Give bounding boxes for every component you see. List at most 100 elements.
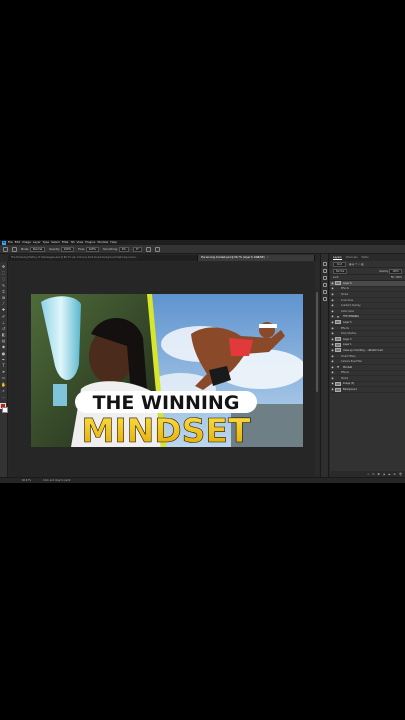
opacity-field[interactable]: 100% bbox=[60, 246, 75, 252]
move-tool-icon[interactable]: ✥ bbox=[1, 264, 6, 269]
visibility-eye-icon[interactable]: ◉ bbox=[330, 377, 335, 380]
thumbnail-artwork: THE WINNING MINDSET bbox=[31, 294, 303, 447]
fx-icon[interactable]: fx bbox=[372, 473, 374, 476]
mode-select[interactable]: Normal bbox=[29, 246, 46, 252]
layer-thumbnail bbox=[335, 281, 341, 286]
adjustments-panel-icon[interactable] bbox=[322, 276, 327, 280]
color-panel-icon[interactable] bbox=[322, 290, 327, 294]
healing-tool-icon[interactable]: ✚ bbox=[1, 307, 6, 312]
add-mask-icon[interactable]: ◘ bbox=[378, 473, 380, 476]
tab-winning-mindset[interactable]: the winning mindset.psd @ 66.7% (Layer 6… bbox=[198, 255, 315, 261]
dodge-tool-icon[interactable]: ● bbox=[1, 351, 6, 356]
path-select-tool-icon[interactable]: ➤ bbox=[1, 369, 6, 374]
eraser-tool-icon[interactable]: ◧ bbox=[1, 332, 6, 337]
home-icon[interactable] bbox=[3, 246, 8, 252]
layer-name: Camera Raw Filter bbox=[341, 360, 362, 364]
shape-tool-icon[interactable]: ▭ bbox=[1, 375, 6, 380]
new-layer-icon[interactable]: ⊞ bbox=[394, 473, 396, 476]
background-color-swatch[interactable] bbox=[1, 407, 8, 414]
options-bar: Mode: Normal Opacity: 100% Flow: 100% Sm… bbox=[0, 245, 405, 254]
title-line2: MINDSET bbox=[82, 411, 251, 447]
symmetry-icon[interactable] bbox=[154, 246, 160, 252]
marquee-tool-icon[interactable]: ⬚ bbox=[1, 270, 6, 275]
visibility-eye-icon[interactable]: ◉ bbox=[330, 355, 335, 358]
tab-layers[interactable]: Layers bbox=[333, 256, 342, 260]
visibility-eye-icon[interactable]: ◉ bbox=[330, 371, 335, 374]
visibility-eye-icon[interactable]: ◉ bbox=[330, 332, 335, 335]
tab-volkswagen[interactable]: The Drowning History of Volkswagen.psd @… bbox=[8, 255, 198, 261]
properties-panel-icon[interactable] bbox=[322, 269, 327, 273]
text-layer-icon: T bbox=[336, 365, 340, 370]
layer-name: Layer 2 bbox=[343, 337, 352, 341]
crop-tool-icon[interactable]: ⌗ bbox=[1, 289, 6, 294]
tab-label: the winning mindset.psd @ 66.7% (Layer 6… bbox=[201, 256, 265, 259]
vertical-scrollbar[interactable] bbox=[315, 262, 319, 477]
layer-thumbnail bbox=[335, 348, 341, 353]
visibility-eye-icon[interactable]: ◉ bbox=[330, 299, 335, 302]
visibility-eye-icon[interactable]: ◉ bbox=[330, 293, 335, 296]
more-tools-icon[interactable]: … bbox=[1, 394, 6, 399]
status-bar: 66.67% Click and drag to paint bbox=[0, 477, 405, 483]
layer-thumbnail bbox=[335, 342, 341, 347]
layer-name: Layer 1 bbox=[343, 343, 352, 347]
layer-name: Gradient Overlay bbox=[341, 304, 361, 308]
zoom-level[interactable]: 66.67% bbox=[22, 479, 31, 482]
opacity-label: Opacity: bbox=[49, 247, 60, 251]
layer-thumbnail bbox=[335, 381, 341, 386]
delete-layer-icon[interactable]: 🗑 bbox=[399, 473, 402, 476]
artwork-svg: THE WINNING MINDSET bbox=[31, 294, 303, 447]
gradient-tool-icon[interactable]: ▤ bbox=[1, 338, 6, 343]
visibility-eye-icon[interactable]: ◉ bbox=[330, 304, 335, 307]
color-swatches[interactable] bbox=[0, 403, 8, 414]
libraries-panel-icon[interactable] bbox=[322, 283, 327, 287]
frame-tool-icon[interactable]: ⊠ bbox=[1, 295, 6, 300]
quick-select-tool-icon[interactable]: ✎ bbox=[1, 283, 6, 288]
visibility-eye-icon[interactable]: ◉ bbox=[330, 327, 335, 330]
kind-filter-select[interactable]: Kind bbox=[333, 261, 347, 267]
history-brush-tool-icon[interactable]: ↺ bbox=[1, 326, 6, 331]
pressure-icon[interactable] bbox=[145, 246, 151, 252]
layer-row[interactable]: ◉ Background bbox=[330, 387, 405, 393]
tab-paths[interactable]: Paths bbox=[362, 256, 369, 259]
panel-icon-strip bbox=[320, 254, 329, 477]
hand-tool-icon[interactable]: ✋ bbox=[1, 382, 6, 387]
visibility-eye-icon[interactable]: ◉ bbox=[330, 310, 335, 313]
photoshop-window: Ps File Edit Image Layer Type Select Fil… bbox=[0, 240, 405, 483]
layer-name: Smart Filters bbox=[341, 354, 356, 358]
brush-tool-icon[interactable]: ✐ bbox=[1, 314, 6, 319]
tab-channels[interactable]: Channels bbox=[346, 256, 358, 259]
layer-name: Layer 6 bbox=[343, 281, 352, 285]
layer-name: Stroke bbox=[341, 376, 349, 380]
pen-tool-icon[interactable]: ✒ bbox=[1, 357, 6, 362]
visibility-eye-icon[interactable]: ◉ bbox=[330, 287, 335, 290]
blend-mode-select[interactable]: Normal bbox=[333, 268, 348, 274]
smoothing-field[interactable]: 0% bbox=[118, 246, 129, 252]
angle-field[interactable]: 0° bbox=[132, 246, 142, 252]
type-tool-icon[interactable]: T bbox=[1, 363, 6, 368]
panel-tabs: Layers Channels Paths bbox=[330, 254, 405, 261]
visibility-eye-icon[interactable]: ◉ bbox=[330, 360, 335, 363]
link-layers-icon[interactable]: ∞ bbox=[367, 473, 369, 476]
brush-preset-icon[interactable] bbox=[12, 246, 17, 252]
zoom-tool-icon[interactable]: ⌕ bbox=[1, 388, 6, 393]
blur-tool-icon[interactable]: ◆ bbox=[1, 344, 6, 349]
fill-field[interactable]: 100% bbox=[395, 276, 402, 279]
layer-opacity-label: Opacity: bbox=[379, 269, 389, 273]
lasso-tool-icon[interactable]: ◌ bbox=[1, 276, 6, 281]
filter-icons[interactable]: ▣ ◐ T ▭ ▦ bbox=[349, 263, 364, 266]
close-icon[interactable]: × bbox=[267, 256, 269, 259]
history-panel-icon[interactable] bbox=[322, 262, 327, 266]
smoothing-label: Smoothing: bbox=[103, 247, 118, 251]
flow-field[interactable]: 100% bbox=[85, 246, 99, 252]
adjustment-layer-icon[interactable]: ◑ bbox=[383, 473, 385, 476]
layer-opacity-field[interactable]: 100% bbox=[389, 268, 402, 274]
photoshop-logo-icon: Ps bbox=[2, 240, 6, 245]
new-group-icon[interactable]: ▬ bbox=[388, 473, 390, 476]
swatches-panel-icon[interactable] bbox=[322, 297, 327, 301]
layer-thumbnail bbox=[335, 387, 341, 392]
eyedropper-tool-icon[interactable]: ⁄ bbox=[1, 301, 6, 306]
layer-name: Outer Glow bbox=[341, 309, 354, 313]
mode-label: Mode: bbox=[21, 247, 29, 251]
clone-stamp-tool-icon[interactable]: ⊥ bbox=[1, 320, 6, 325]
scrollbar-thumb[interactable] bbox=[316, 292, 318, 392]
